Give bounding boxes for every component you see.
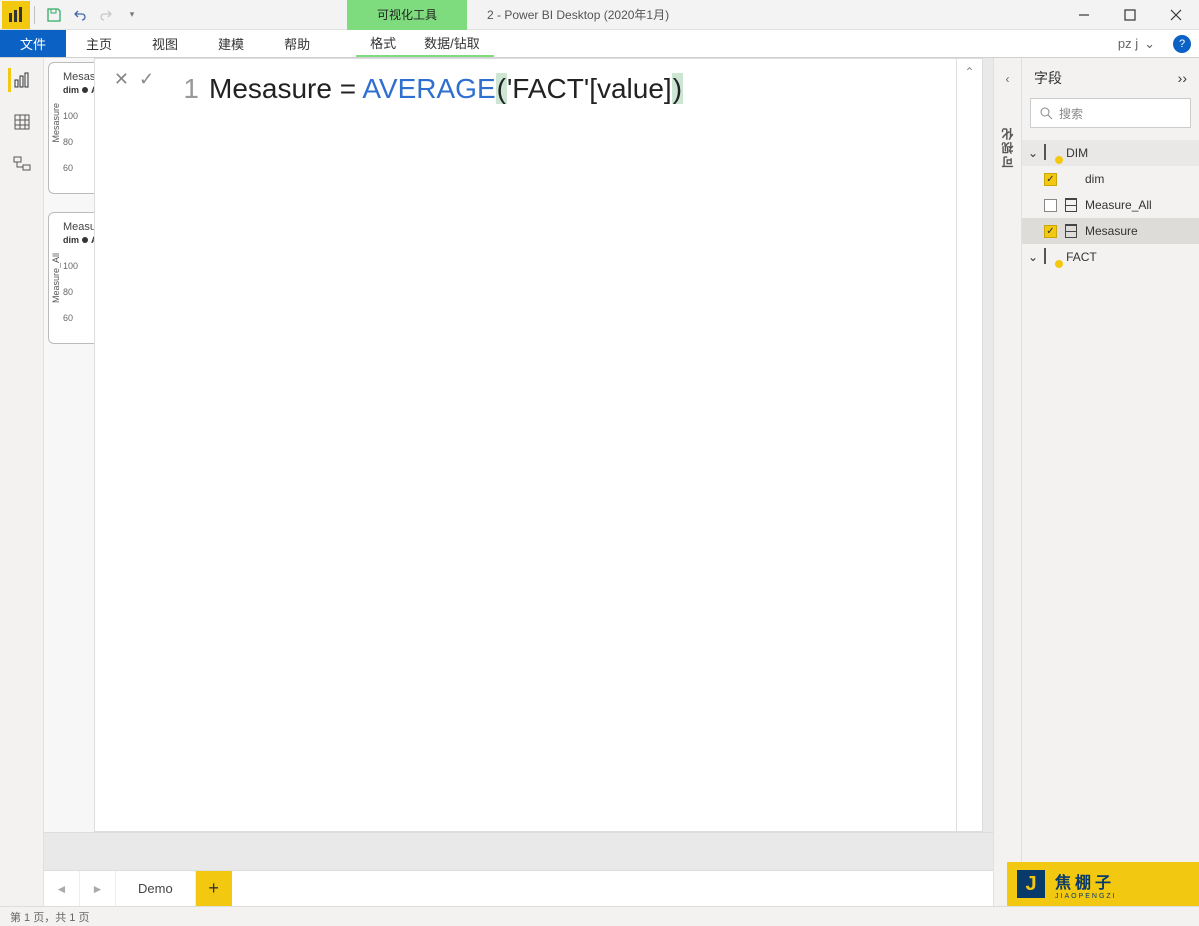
qat-dropdown-icon[interactable]: ▾ (121, 4, 143, 26)
fields-pane: 字段 › 搜索 DIM dim Measure_All (1021, 58, 1199, 906)
formula-bar-expanded: ✕ ✓ 1 Mesasure = AVERAGE('FACT'[value]) … (94, 58, 983, 832)
checkbox-checked-icon[interactable] (1044, 225, 1057, 238)
y-axis-label: Mesasure (51, 103, 61, 143)
help-icon[interactable]: ? (1173, 35, 1191, 53)
watermark-subtext: JIAOPENGZI (1055, 893, 1117, 900)
legend-dot-icon (82, 237, 88, 243)
watermark-text: 焦棚子 (1055, 869, 1117, 893)
watermark-j-icon: J (1017, 870, 1045, 898)
model-view-button[interactable] (10, 152, 34, 176)
canvas-area: Mesasu dimA0 Mesasure 1008060 Measure di… (44, 58, 993, 906)
formula-commit-icon[interactable]: ✓ (139, 69, 154, 90)
page-next-button[interactable]: ► (80, 871, 116, 906)
formula-scroll[interactable]: ⌃ (956, 59, 982, 831)
formula-text: Mesasure = (209, 73, 362, 104)
measure-icon (1065, 198, 1077, 212)
chevron-left-icon[interactable]: ‹ (1006, 72, 1010, 86)
table-name: FACT (1066, 250, 1097, 264)
table-name: DIM (1066, 146, 1088, 160)
chevron-up-icon[interactable]: ⌃ (964, 65, 974, 79)
fields-search-input[interactable]: 搜索 (1030, 98, 1191, 128)
measure-icon (1065, 224, 1077, 238)
visualizations-pane-collapsed[interactable]: ‹ 可视化 (993, 58, 1021, 906)
y-axis-label: Measure_All (51, 253, 61, 303)
checkbox-checked-icon[interactable] (1044, 173, 1057, 186)
page-tabs: ◄ ► Demo + (44, 870, 993, 906)
minimize-button[interactable] (1061, 0, 1107, 30)
formula-bracket: ( (496, 73, 507, 104)
ribbon-tab-format[interactable]: 格式 (356, 30, 410, 55)
field-item[interactable]: Measure_All (1022, 192, 1199, 218)
field-name: Mesasure (1085, 224, 1138, 238)
visualizations-label: 可视化 (999, 126, 1016, 168)
ribbon-tab-file[interactable]: 文件 (0, 30, 66, 57)
formula-argument: 'FACT'[value] (507, 73, 672, 104)
legend-label: dim (63, 85, 79, 95)
formula-line-number: 1 (179, 71, 209, 819)
formula-function: AVERAGE (362, 73, 495, 104)
search-placeholder: 搜索 (1059, 105, 1083, 122)
ribbon-tab-home[interactable]: 主页 (66, 30, 132, 57)
field-name: Measure_All (1085, 198, 1152, 212)
chevron-down-icon (1144, 36, 1155, 52)
ribbon-tab-help[interactable]: 帮助 (264, 30, 330, 57)
maximize-button[interactable] (1107, 0, 1153, 30)
watermark-logo: J 焦棚子 JIAOPENGZI (1007, 862, 1199, 906)
quick-access-toolbar: ▾ (39, 4, 147, 26)
add-page-button[interactable]: + (196, 871, 232, 906)
view-rail (0, 58, 44, 906)
table-icon (1044, 145, 1060, 161)
status-bar: 第 1 页，共 1 页 (0, 906, 1199, 926)
search-icon (1039, 106, 1053, 120)
formula-editor[interactable]: 1 Mesasure = AVERAGE('FACT'[value]) (173, 59, 956, 831)
ribbon-tab-drill[interactable]: 数据/钻取 (410, 30, 494, 55)
formula-cancel-icon[interactable]: ✕ (114, 69, 129, 90)
page-tab[interactable]: Demo (116, 871, 196, 906)
user-name: pz j (1118, 36, 1138, 51)
table-header-fact[interactable]: FACT (1022, 244, 1199, 270)
redo-icon[interactable] (95, 4, 117, 26)
checkbox-icon[interactable] (1044, 199, 1057, 212)
user-menu[interactable]: pz j (1118, 30, 1165, 57)
page-status: 第 1 页，共 1 页 (10, 909, 89, 925)
app-logo (2, 1, 30, 29)
title-bar: ▾ 可视化工具 2 - Power BI Desktop (2020年1月) (0, 0, 1199, 30)
field-item[interactable]: dim (1022, 166, 1199, 192)
save-icon[interactable] (43, 4, 65, 26)
field-item[interactable]: Mesasure (1022, 218, 1199, 244)
ribbon-tab-model[interactable]: 建模 (198, 30, 264, 57)
ribbon: 文件 主页 视图 建模 帮助 格式 数据/钻取 pz j ? (0, 30, 1199, 58)
data-view-button[interactable] (10, 110, 34, 134)
field-name: dim (1085, 172, 1104, 186)
chevron-down-icon (1028, 250, 1038, 264)
table-header-dim[interactable]: DIM (1022, 140, 1199, 166)
chevron-right-icon[interactable]: › (1178, 70, 1187, 86)
undo-icon[interactable] (69, 4, 91, 26)
close-button[interactable] (1153, 0, 1199, 30)
report-view-button[interactable] (8, 68, 32, 92)
chevron-down-icon (1028, 146, 1038, 160)
ribbon-tab-view[interactable]: 视图 (132, 30, 198, 57)
fields-header: 字段 (1034, 68, 1062, 88)
table-icon (1044, 249, 1060, 265)
contextual-tool-band: 可视化工具 (347, 0, 467, 30)
window-title: 2 - Power BI Desktop (2020年1月) (467, 6, 669, 23)
formula-bracket: ) (672, 73, 683, 104)
page-prev-button[interactable]: ◄ (44, 871, 80, 906)
legend-dot-icon (82, 87, 88, 93)
legend-label: dim (63, 235, 79, 245)
